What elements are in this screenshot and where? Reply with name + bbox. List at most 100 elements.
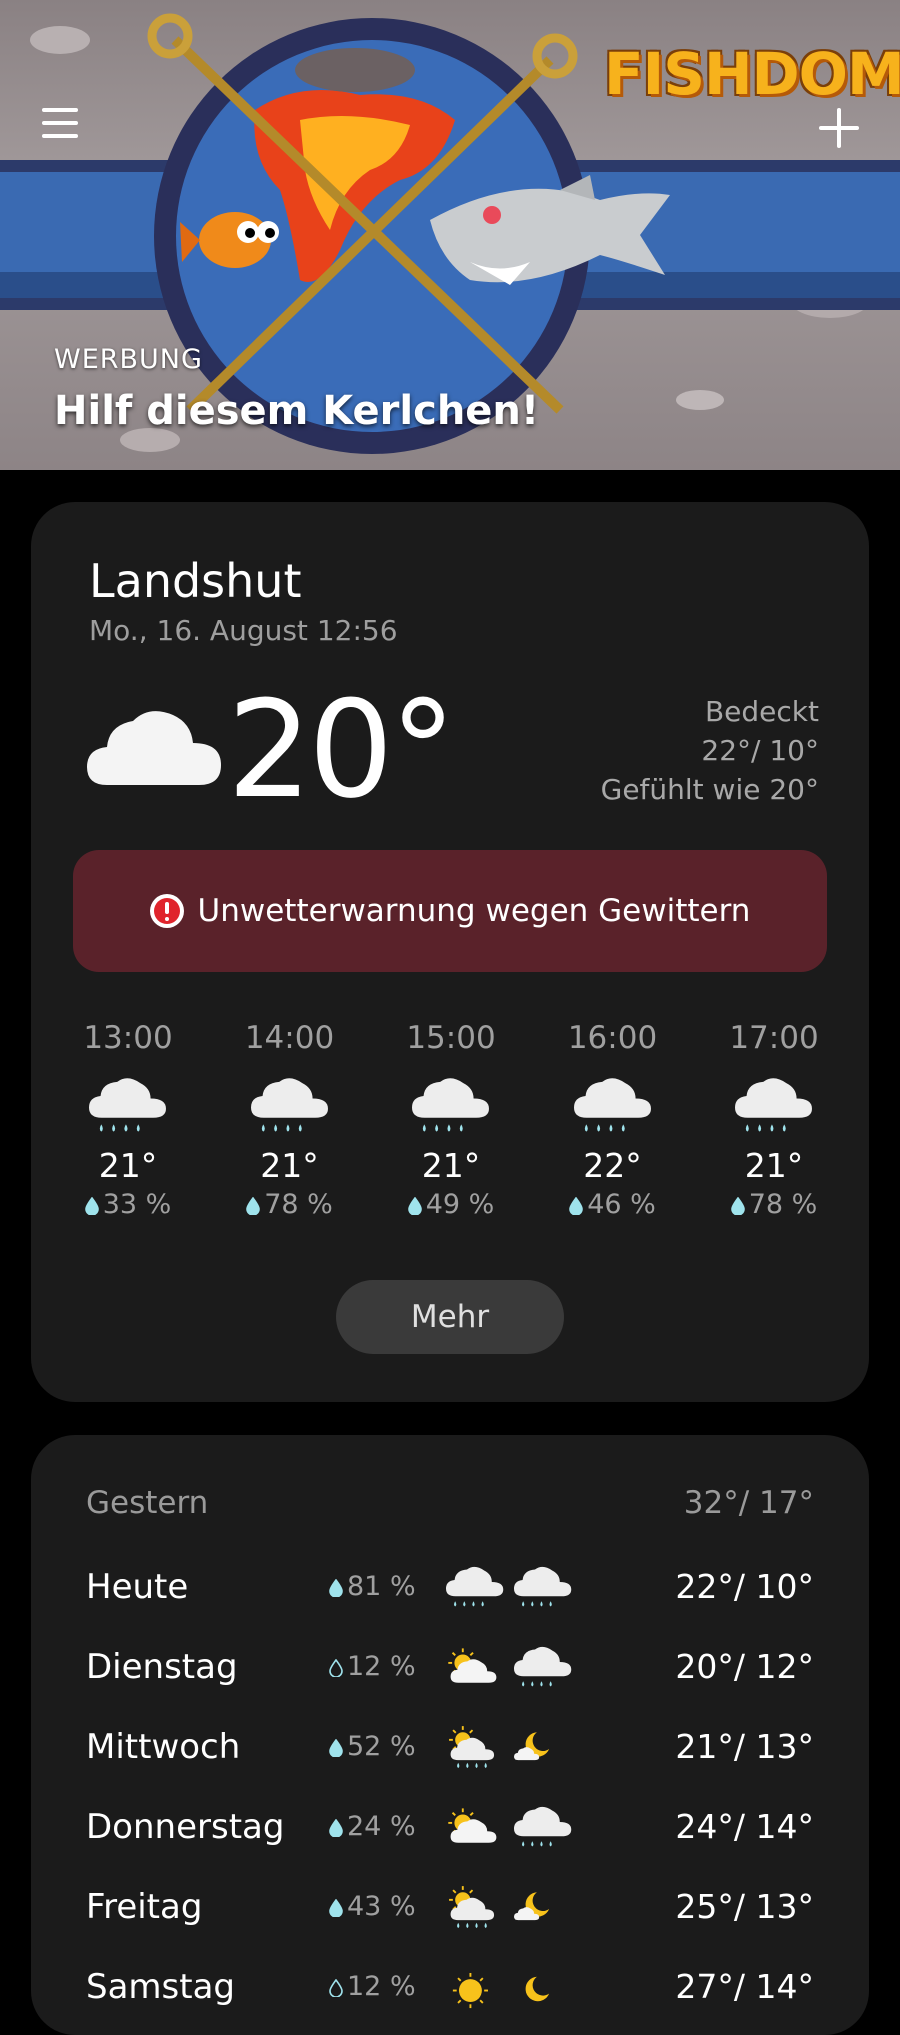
moon-icon (525, 1976, 550, 2002)
daily-day-name: Samstag (86, 1967, 235, 2007)
rain-icon (250, 1078, 328, 1132)
yesterday-label: Gestern (86, 1485, 209, 1521)
daily-precipitation-value: 12 % (347, 1971, 416, 2002)
hour-precipitation: 46 % (538, 1189, 688, 1220)
hamburger-menu-icon (42, 108, 78, 112)
raindrop-icon (329, 1899, 343, 1917)
raindrop-icon (730, 1197, 745, 1215)
severe-weather-alert[interactable]: Unwetterwarnung wegen Gewittern (73, 850, 827, 972)
hour-temperature: 21° (98, 1146, 158, 1185)
daily-forecast-card: Gestern 32°/ 17° Heute 81 % 22°/ 10° Dienst… (31, 1435, 869, 2035)
daily-high-low: 21°/ 13° (675, 1727, 814, 1766)
daily-day-name: Freitag (86, 1887, 203, 1927)
yesterday-row: Gestern 32°/ 17° (86, 1485, 814, 1521)
hour-item: 14:00 21° 78 % (215, 1020, 365, 1220)
rain-icon (573, 1078, 651, 1132)
rain-icon (412, 1078, 489, 1132)
hour-precipitation-value: 78 % (748, 1189, 818, 1220)
daily-row-mittwoch[interactable]: Mittwoch 52 % 21°/ 13° (86, 1717, 814, 1787)
ad-logo: FISHDOM (604, 40, 900, 108)
hour-time: 14:00 (244, 1020, 335, 1056)
hour-item: 16:00 22° 46 % (538, 1020, 688, 1220)
rain-icon (446, 1566, 504, 1607)
current-weather-card: Landshut Mo., 16. August 12:56 20° Bedec… (31, 502, 869, 1402)
hour-item: 17:00 21° 78 % (699, 1020, 849, 1220)
ad-label: WERBUNG (54, 344, 203, 375)
hour-precipitation: 49 % (376, 1189, 526, 1220)
daily-row-heute[interactable]: Heute 81 % 22°/ 10° (86, 1557, 814, 1627)
daily-high-low: 22°/ 10° (675, 1567, 814, 1606)
raindrop-icon (84, 1197, 99, 1215)
rain-icon (514, 1566, 572, 1607)
sun-rain-icon (449, 1886, 495, 1929)
daily-precipitation: 43 % (329, 1891, 416, 1922)
sun-icon (452, 1972, 488, 2009)
daily-precipitation: 81 % (329, 1571, 416, 1602)
rain-icon (89, 1078, 166, 1132)
exclamation-icon (149, 894, 184, 928)
ad-banner[interactable]: FISHDOM WERBUNG Hilf diesem Kerlchen! (0, 0, 900, 470)
hour-time: 16:00 (567, 1020, 658, 1056)
daily-row-freitag[interactable]: Freitag 43 % 25°/ 13° (86, 1877, 814, 1947)
hour-item: 15:00 21° 49 % (376, 1020, 526, 1220)
menu-button[interactable] (42, 108, 80, 140)
city-name: Landshut (89, 554, 302, 608)
yesterday-high-low: 32°/ 17° (683, 1485, 814, 1521)
hourly-forecast: 13:00 21° 33 % 14:00 21° 78 % 15:00 21° 49 % 16:0… (53, 1020, 849, 1220)
alert-text: Unwetterwarnung wegen Gewittern (197, 893, 751, 929)
daily-day-name: Dienstag (86, 1647, 238, 1687)
moon-cloud-icon (514, 1892, 550, 1921)
hour-time: 17:00 (729, 1020, 819, 1056)
daily-precipitation: 12 % (329, 1651, 416, 1682)
raindrop-icon (407, 1197, 422, 1215)
raindrop-icon (329, 1739, 343, 1757)
current-temperature: 20° (227, 672, 457, 828)
more-button[interactable]: Mehr (336, 1280, 564, 1354)
cloud-icon (87, 711, 221, 785)
sun-rain-icon (449, 1726, 495, 1769)
hour-temperature: 22° (583, 1146, 642, 1185)
condition-text: Bedeckt (704, 695, 819, 728)
date-time: Mo., 16. August 12:56 (89, 614, 398, 647)
daily-precipitation-value: 24 % (347, 1811, 416, 1842)
condition-summary: Bedeckt 22°/ 10° Gefühlt wie 20° (601, 692, 819, 809)
raindrop-icon (329, 1979, 343, 1997)
daily-precipitation-value: 52 % (347, 1731, 416, 1762)
daily-precipitation: 24 % (329, 1811, 416, 1842)
hour-item: 13:00 21° 33 % (53, 1020, 203, 1220)
daily-row-dienstag[interactable]: Dienstag 12 % 20°/ 12° (86, 1637, 814, 1707)
ad-title[interactable]: Hilf diesem Kerlchen! (54, 388, 539, 434)
high-low: 22°/ 10° (701, 734, 819, 767)
partly-cloudy-icon (448, 1648, 497, 1683)
raindrop-icon (329, 1579, 343, 1597)
hour-precipitation-value: 49 % (425, 1189, 495, 1220)
feels-like: Gefühlt wie 20° (600, 773, 819, 806)
hour-temperature: 21° (260, 1146, 319, 1185)
hour-precipitation-value: 78 % (264, 1189, 333, 1220)
daily-precipitation-value: 12 % (347, 1651, 416, 1682)
daily-row-samstag[interactable]: Samstag 12 % 27°/ 14° (86, 1957, 814, 2027)
daily-day-name: Mittwoch (86, 1727, 241, 1767)
hour-precipitation: 33 % (53, 1189, 203, 1220)
hour-temperature: 21° (421, 1146, 481, 1185)
daily-high-low: 27°/ 14° (675, 1967, 814, 2006)
add-location-button[interactable] (812, 104, 866, 158)
hour-temperature: 21° (744, 1146, 804, 1185)
daily-precipitation: 52 % (329, 1731, 416, 1762)
raindrop-icon (569, 1197, 583, 1215)
daily-precipitation-value: 43 % (347, 1891, 416, 1922)
daily-row-donnerstag[interactable]: Donnerstag 24 % 24°/ 14° (86, 1797, 814, 1867)
daily-precipitation-value: 81 % (347, 1571, 416, 1602)
rain-icon (735, 1078, 812, 1132)
moon-cloud-icon (514, 1732, 550, 1761)
raindrop-icon (329, 1819, 343, 1837)
hour-precipitation: 78 % (699, 1189, 849, 1220)
daily-precipitation: 12 % (329, 1971, 416, 2002)
daily-high-low: 24°/ 14° (675, 1807, 814, 1846)
rain-icon (514, 1806, 572, 1847)
raindrop-icon (246, 1197, 260, 1215)
rain-icon (514, 1646, 572, 1687)
daily-high-low: 25°/ 13° (675, 1887, 814, 1926)
daily-day-name: Heute (86, 1567, 189, 1607)
hour-time: 13:00 (83, 1020, 173, 1056)
